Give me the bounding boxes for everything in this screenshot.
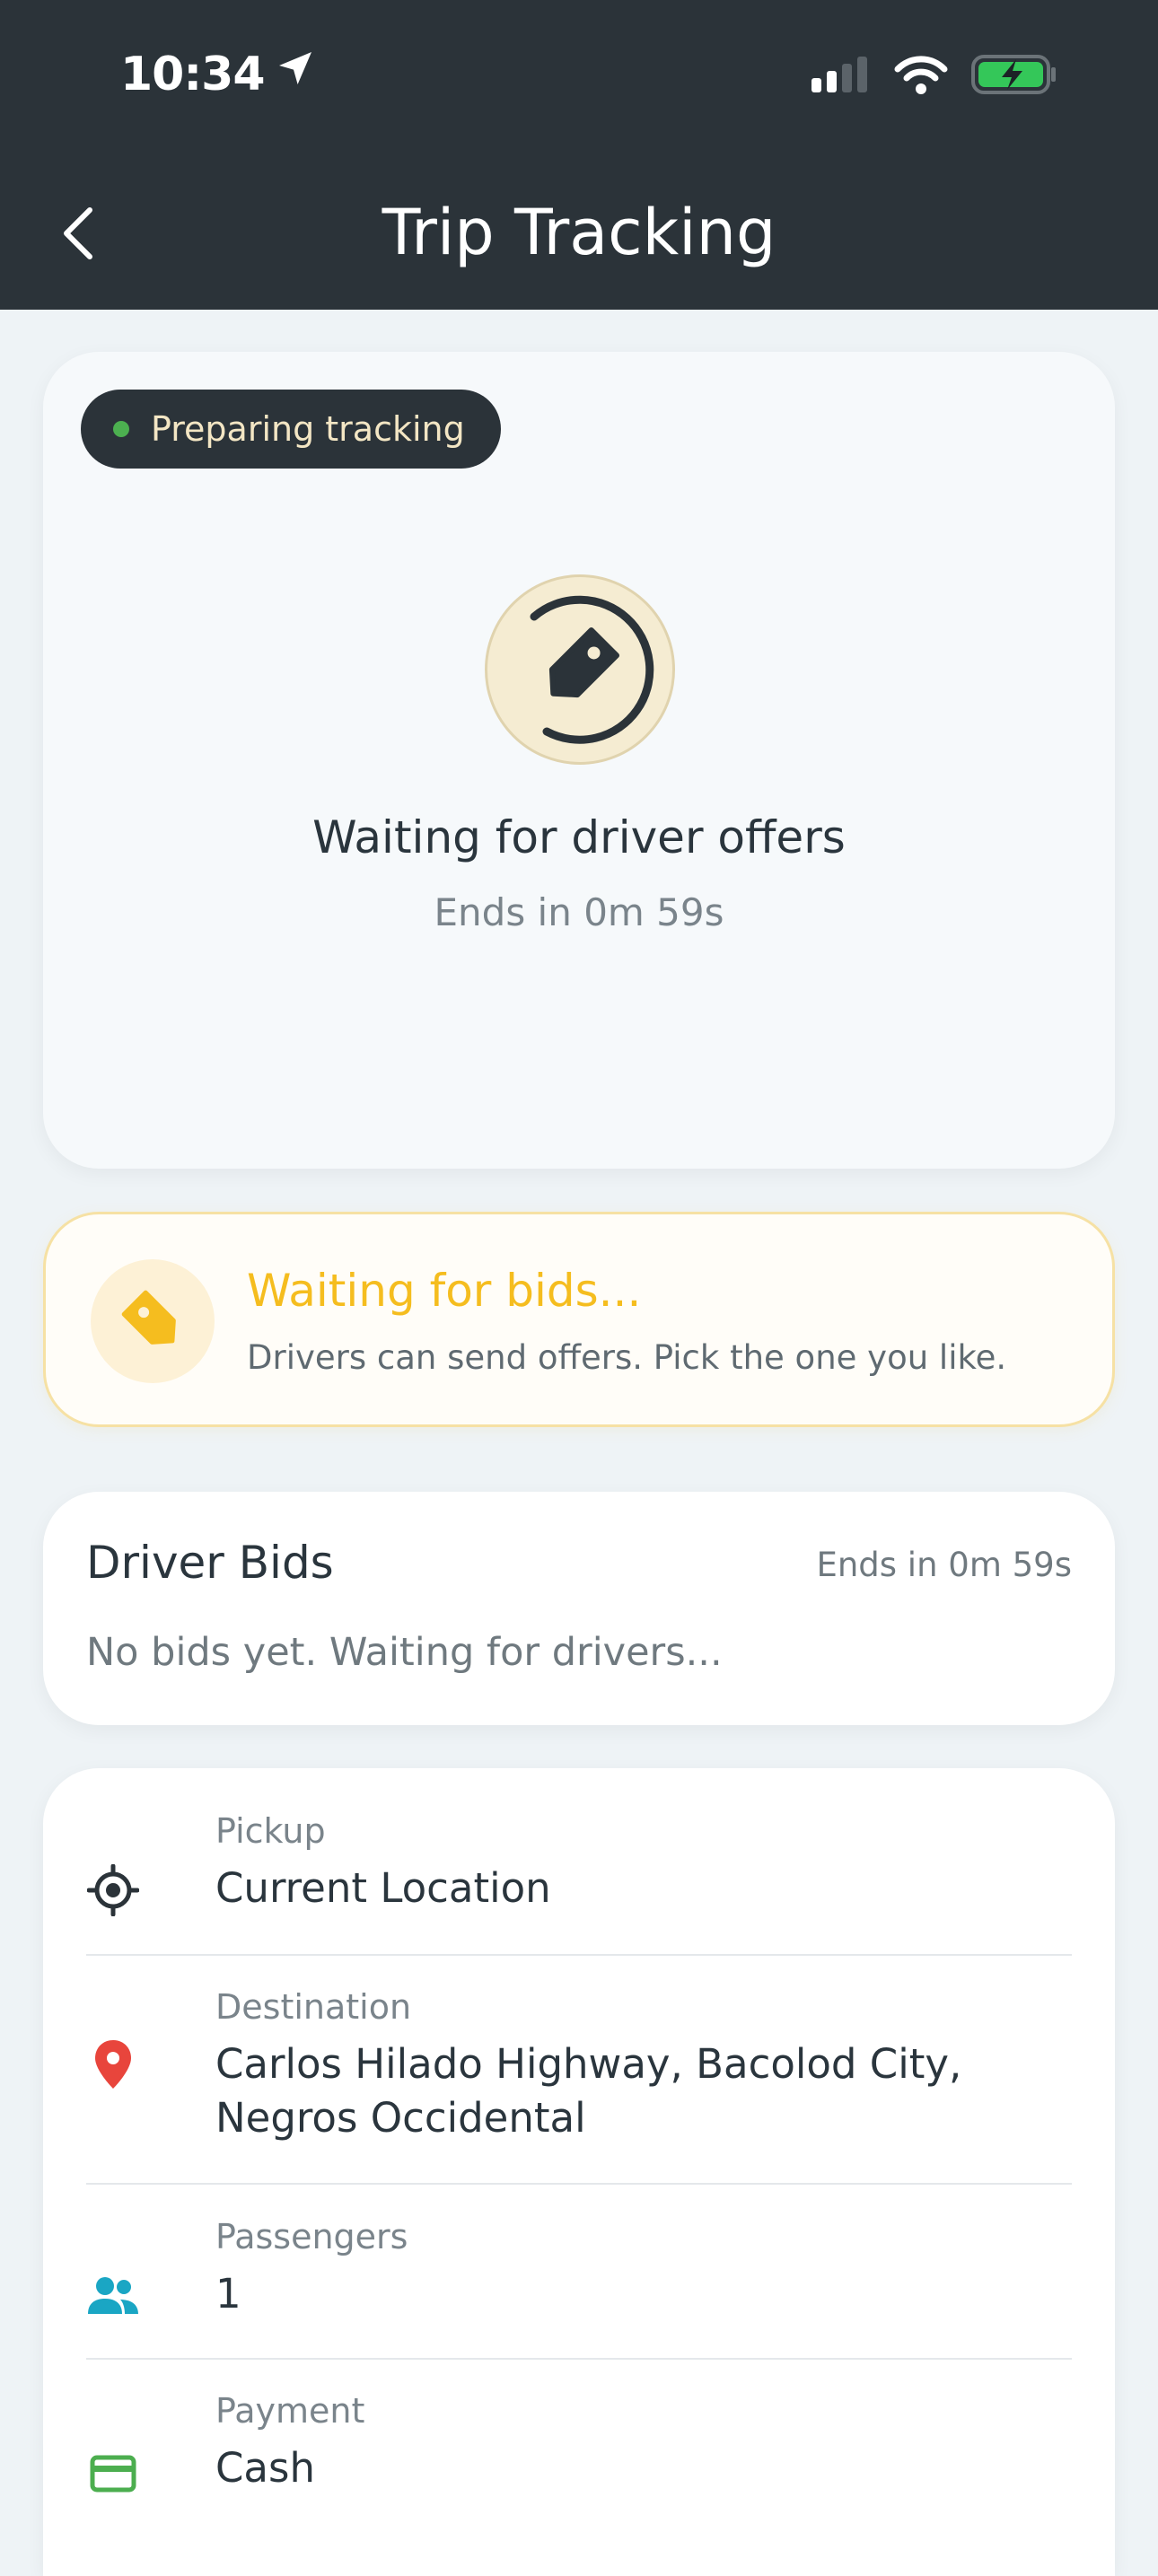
wifi-icon (894, 55, 948, 98)
driver-bids-countdown: Ends in 0m 59s (816, 1546, 1072, 1584)
app-header: 10:34 Trip Tracking (0, 0, 1158, 310)
payment-row: Payment Cash (86, 2391, 1072, 2526)
status-time-text: 10:34 (120, 47, 266, 101)
waiting-spinner (485, 574, 675, 765)
price-tag-icon (121, 1290, 176, 1345)
pickup-label: Pickup (215, 1811, 326, 1851)
passengers-label: Passengers (215, 2217, 408, 2256)
status-dot-icon (113, 421, 129, 437)
divider (86, 1954, 1072, 1956)
waiting-bids-banner: Waiting for bids... Drivers can send off… (43, 1212, 1115, 1427)
map-pin-icon (86, 2037, 140, 2091)
waiting-title: Waiting for driver offers (312, 811, 846, 863)
tracking-status-card: Preparing tracking Waiting for driver of… (43, 352, 1115, 1169)
waiting-countdown: Ends in 0m 59s (434, 890, 724, 934)
banner-subtitle: Drivers can send offers. Pick the one yo… (247, 1338, 1007, 1377)
passengers-row: Passengers 1 (86, 2217, 1072, 2352)
tracking-status-badge: Preparing tracking (81, 390, 501, 469)
pickup-value: Current Location (215, 1864, 551, 1912)
banner-icon-circle (91, 1259, 215, 1383)
page-title: Trip Tracking (382, 196, 776, 269)
divider (86, 2183, 1072, 2185)
payment-value: Cash (215, 2444, 315, 2492)
banner-title: Waiting for bids... (247, 1265, 642, 1317)
passengers-value: 1 (215, 2270, 241, 2318)
trip-details-card: Pickup Current Location Destination Carl… (43, 1768, 1115, 2576)
status-bar-time: 10:34 (120, 47, 317, 101)
location-arrow-icon (274, 47, 317, 101)
status-bar-indicators (810, 54, 1057, 99)
driver-bids-empty-text: No bids yet. Waiting for drivers... (86, 1630, 723, 1675)
destination-value: Carlos Hilado Highway, Bacolod City, Neg… (215, 2040, 962, 2142)
payment-label: Payment (215, 2391, 365, 2431)
destination-row: Destination Carlos Hilado Highway, Bacol… (86, 1987, 1072, 2167)
destination-label: Destination (215, 1987, 412, 2027)
price-tag-icon (548, 626, 620, 698)
crosshair-icon (86, 1863, 140, 1917)
people-icon (86, 2269, 140, 2323)
divider (86, 2358, 1072, 2360)
tracking-status-text: Preparing tracking (151, 409, 465, 449)
battery-charging-icon (971, 54, 1057, 99)
pickup-row: Pickup Current Location (86, 1811, 1072, 1946)
driver-bids-card: Driver Bids Ends in 0m 59s No bids yet. … (43, 1492, 1115, 1725)
credit-card-icon (86, 2447, 140, 2501)
driver-bids-title: Driver Bids (86, 1537, 334, 1589)
cellular-signal-icon (810, 55, 871, 98)
